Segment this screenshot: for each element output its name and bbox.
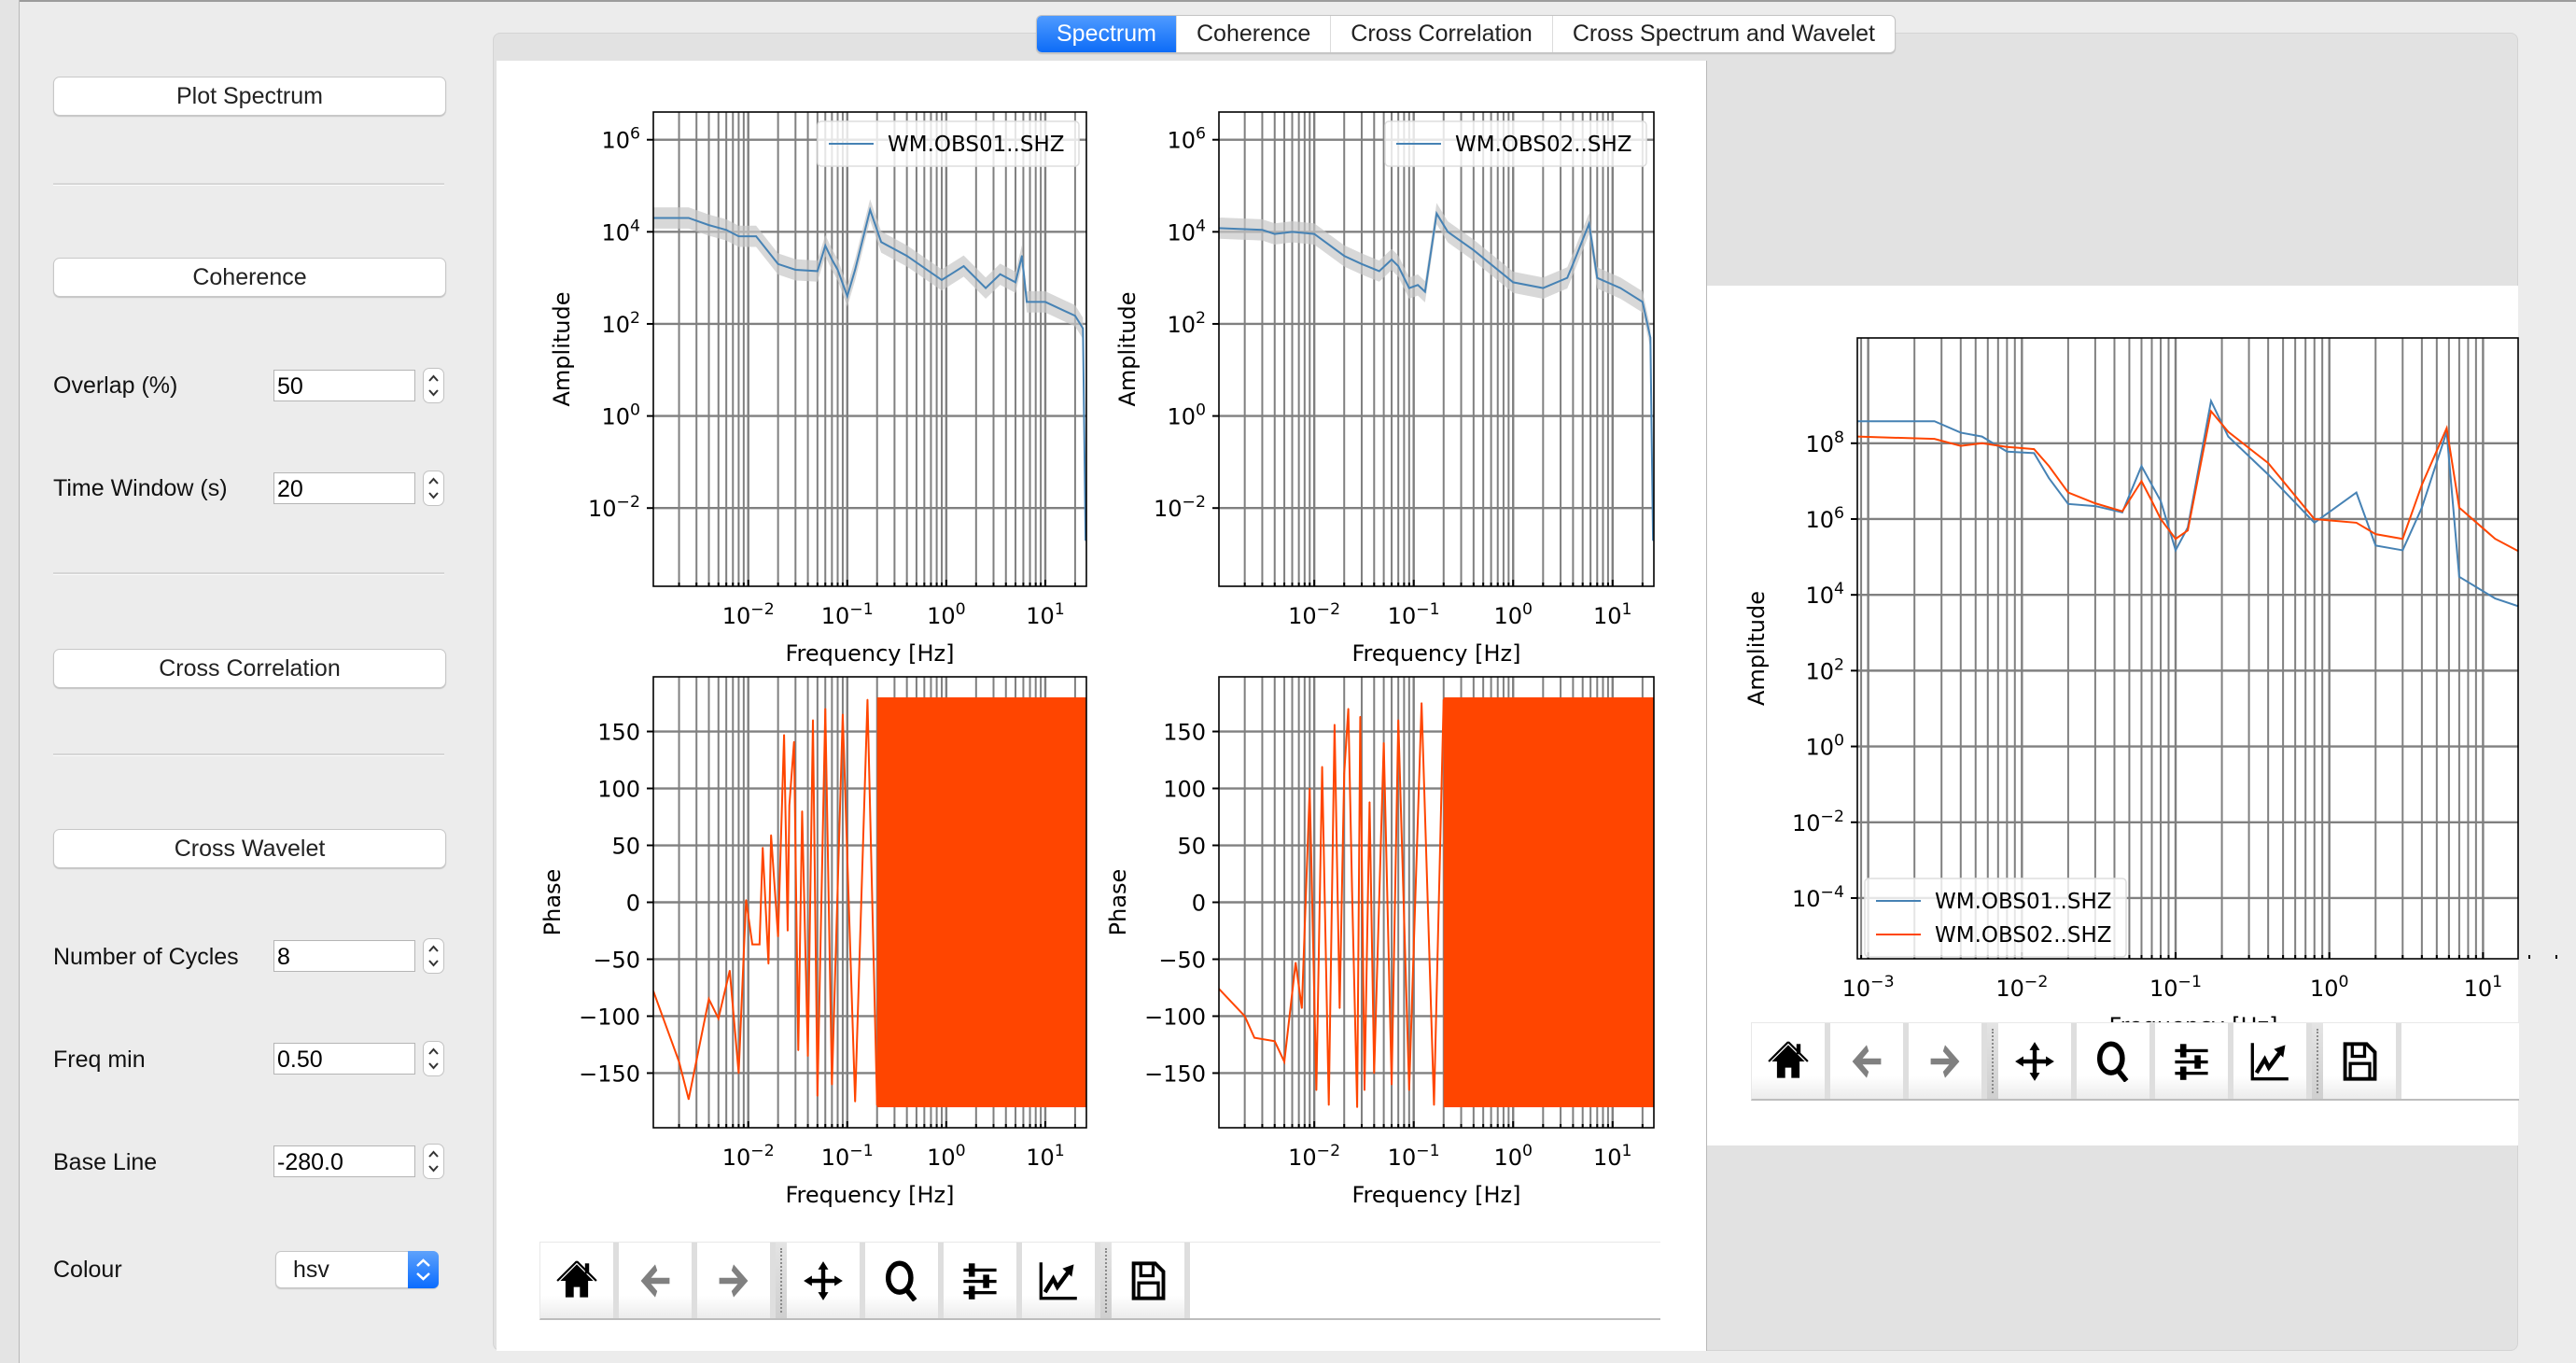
overlap-spinner[interactable] <box>423 368 444 403</box>
toolbar-separator <box>1987 1023 1998 1099</box>
freq-min-input[interactable]: 0.50 <box>273 1043 415 1075</box>
edit-axis-icon <box>2250 1042 2289 1080</box>
data-point <box>2535 632 2537 634</box>
save-icon <box>2343 1041 2377 1081</box>
back-arrow-icon <box>1852 1044 1882 1078</box>
colour-select-value: hsv <box>293 1257 329 1283</box>
tab-spectrum[interactable]: Spectrum <box>1037 16 1177 52</box>
edit-axis-button[interactable] <box>2233 1023 2312 1099</box>
tab-bar: Spectrum Coherence Cross Correlation Cro… <box>1036 15 1897 53</box>
combined-canvas-panel <box>1707 286 2518 1145</box>
base-line-input[interactable]: -280.0 <box>273 1145 415 1177</box>
colour-select[interactable]: hsv <box>275 1251 439 1288</box>
data-point <box>2528 556 2530 558</box>
configure-subplots-icon <box>2175 1043 2208 1080</box>
stepper-arrows-icon <box>428 1047 439 1070</box>
home-icon <box>1768 1040 1809 1078</box>
back-button[interactable] <box>619 1243 697 1318</box>
select-arrows-icon <box>408 1251 439 1288</box>
overlap-label: Overlap (%) <box>53 372 178 399</box>
forward-button[interactable] <box>697 1243 776 1318</box>
forward-button[interactable] <box>1909 1023 1987 1099</box>
edit-axis-icon <box>1039 1261 1077 1300</box>
save-button[interactable] <box>1112 1243 1190 1318</box>
time-window-spinner[interactable] <box>423 471 444 506</box>
separator <box>53 753 444 756</box>
data-point <box>2535 670 2537 672</box>
cycles-input[interactable]: 8 <box>273 940 415 972</box>
zoom-icon <box>885 1260 917 1301</box>
separator <box>53 183 444 186</box>
coherence-button[interactable]: Coherence <box>53 258 446 297</box>
save-button[interactable] <box>2323 1023 2401 1099</box>
zoom-icon <box>2096 1041 2129 1082</box>
spectrum-canvas-panel <box>497 61 1707 1351</box>
cross-wavelet-button[interactable]: Cross Wavelet <box>53 829 446 868</box>
background-window-strip <box>0 0 20 1363</box>
overlap-input[interactable]: 50 <box>273 370 415 401</box>
save-icon <box>1131 1260 1166 1300</box>
pan-icon <box>804 1260 843 1300</box>
stepper-arrows-icon <box>428 477 439 499</box>
cross-correlation-button[interactable]: Cross Correlation <box>53 649 446 688</box>
configure-subplots-icon <box>963 1262 997 1300</box>
freq-min-label: Freq min <box>53 1047 146 1073</box>
plot-spectrum-button[interactable]: Plot Spectrum <box>53 77 446 116</box>
edit-axis-button[interactable] <box>1022 1243 1100 1318</box>
toolbar-separator <box>2312 1023 2323 1099</box>
separator <box>53 572 444 575</box>
zoom-button[interactable] <box>2077 1023 2155 1099</box>
tab-cross-spectrum-wavelet[interactable]: Cross Spectrum and Wavelet <box>1553 16 1895 52</box>
base-line-label: Base Line <box>53 1149 158 1175</box>
back-button[interactable] <box>1830 1023 1909 1099</box>
forward-arrow-icon <box>719 1263 749 1298</box>
stepper-arrows-icon <box>428 1150 439 1173</box>
plot-toolbar-main <box>539 1242 1660 1320</box>
stepper-arrows-icon <box>428 945 439 967</box>
window-top-edge <box>0 0 2576 2</box>
time-window-label: Time Window (s) <box>53 475 228 501</box>
configure-subplots-button[interactable] <box>944 1243 1022 1318</box>
configure-subplots-button[interactable] <box>2155 1023 2233 1099</box>
time-window-input[interactable]: 20 <box>273 472 415 504</box>
back-arrow-icon <box>640 1263 670 1298</box>
freq-min-spinner[interactable] <box>423 1041 444 1076</box>
base-line-spinner[interactable] <box>423 1144 444 1179</box>
stepper-arrows-icon <box>428 374 439 397</box>
colour-label: Colour <box>53 1257 122 1283</box>
data-point <box>2528 610 2530 611</box>
toolbar-separator <box>1100 1243 1112 1318</box>
pan-button[interactable] <box>787 1243 865 1318</box>
pan-icon <box>2015 1041 2054 1081</box>
pan-button[interactable] <box>1998 1023 2077 1099</box>
home-button[interactable] <box>540 1243 619 1318</box>
forward-arrow-icon <box>1930 1044 1960 1078</box>
tab-coherence[interactable]: Coherence <box>1177 16 1332 52</box>
toolbar-separator <box>776 1243 787 1318</box>
plot-toolbar-combined <box>1751 1022 2519 1101</box>
data-point <box>2542 935 2544 937</box>
home-icon <box>556 1259 597 1298</box>
cycles-spinner[interactable] <box>423 938 444 974</box>
zoom-button[interactable] <box>865 1243 944 1318</box>
cycles-label: Number of Cycles <box>53 944 239 970</box>
data-point <box>2542 935 2544 937</box>
tab-cross-correlation[interactable]: Cross Correlation <box>1331 16 1553 52</box>
home-button[interactable] <box>1752 1023 1830 1099</box>
